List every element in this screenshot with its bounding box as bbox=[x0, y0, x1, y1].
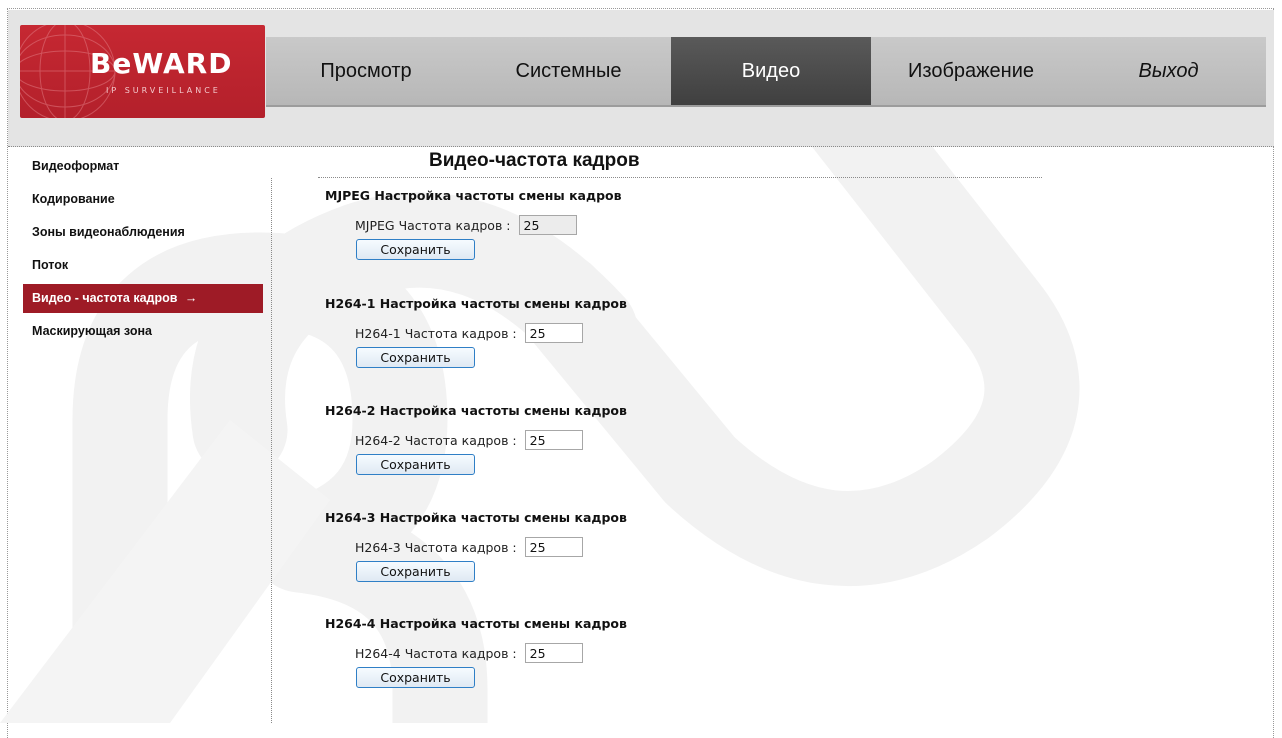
field-label: H264-4 Частота кадров : bbox=[355, 645, 517, 661]
sidebar-item-stream[interactable]: Поток bbox=[23, 249, 263, 282]
top-navigation: Просмотр Системные Видео Изображение Вых… bbox=[266, 37, 1266, 107]
h264-2-frame-rate-field[interactable] bbox=[524, 430, 583, 450]
title-divider bbox=[318, 177, 1042, 178]
mjpeg-settings-section: MJPEG Настройка частоты смены кадров MJP… bbox=[325, 188, 622, 260]
nav-item-system[interactable]: Системные bbox=[466, 37, 671, 105]
field-label: MJPEG Частота кадров : bbox=[355, 217, 511, 233]
section-heading: H264-4 Настройка частоты смены кадров bbox=[325, 616, 627, 631]
sidebar-item-frame-rate[interactable]: Видео - частота кадров → bbox=[23, 284, 263, 313]
field-label: H264-2 Частота кадров : bbox=[355, 432, 517, 448]
section-heading: H264-3 Настройка частоты смены кадров bbox=[325, 510, 627, 525]
h264-1-save-button[interactable]: Сохранить bbox=[356, 347, 475, 368]
sidebar-item-mask-zone[interactable]: Маскирующая зона bbox=[23, 315, 263, 348]
h264-1-frame-rate-field[interactable] bbox=[524, 323, 583, 343]
brand-name: BeWARD bbox=[90, 47, 233, 80]
h264-4-settings-section: H264-4 Настройка частоты смены кадров H2… bbox=[325, 616, 627, 688]
mjpeg-frame-rate-field[interactable] bbox=[518, 215, 577, 235]
field-label: H264-3 Частота кадров : bbox=[355, 539, 517, 555]
brand-tagline: IP SURVEILLANCE bbox=[106, 86, 221, 95]
brand-logo[interactable]: BeWARD IP SURVEILLANCE bbox=[20, 25, 265, 118]
mjpeg-save-button[interactable]: Сохранить bbox=[356, 239, 475, 260]
h264-3-settings-section: H264-3 Настройка частоты смены кадров H2… bbox=[325, 510, 627, 582]
nav-item-image[interactable]: Изображение bbox=[871, 37, 1071, 105]
h264-4-save-button[interactable]: Сохранить bbox=[356, 667, 475, 688]
h264-1-settings-section: H264-1 Настройка частоты смены кадров H2… bbox=[325, 296, 627, 368]
sidebar-divider bbox=[271, 178, 272, 723]
h264-2-settings-section: H264-2 Настройка частоты смены кадров H2… bbox=[325, 403, 627, 475]
h264-2-save-button[interactable]: Сохранить bbox=[356, 454, 475, 475]
nav-item-logout[interactable]: Выход bbox=[1071, 37, 1266, 105]
h264-3-save-button[interactable]: Сохранить bbox=[356, 561, 475, 582]
section-heading: H264-1 Настройка частоты смены кадров bbox=[325, 296, 627, 311]
h264-4-frame-rate-field[interactable] bbox=[524, 643, 583, 663]
sidebar-item-encoding[interactable]: Кодирование bbox=[23, 183, 263, 216]
arrow-right-icon: → bbox=[184, 291, 198, 305]
field-label: H264-1 Частота кадров : bbox=[355, 325, 517, 341]
sidebar-item-label: Видео - частота кадров bbox=[32, 291, 178, 305]
section-heading: MJPEG Настройка частоты смены кадров bbox=[325, 188, 622, 203]
page-title: Видео-частота кадров bbox=[429, 150, 640, 171]
sidebar-item-videoformat[interactable]: Видеоформат bbox=[23, 150, 263, 183]
nav-item-video[interactable]: Видео bbox=[671, 37, 871, 105]
sidebar: Видеоформат Кодирование Зоны видеонаблюд… bbox=[23, 150, 263, 348]
h264-3-frame-rate-field[interactable] bbox=[524, 537, 583, 557]
sidebar-item-surveillance-zones[interactable]: Зоны видеонаблюдения bbox=[23, 216, 263, 249]
section-heading: H264-2 Настройка частоты смены кадров bbox=[325, 403, 627, 418]
nav-item-view[interactable]: Просмотр bbox=[266, 37, 466, 105]
